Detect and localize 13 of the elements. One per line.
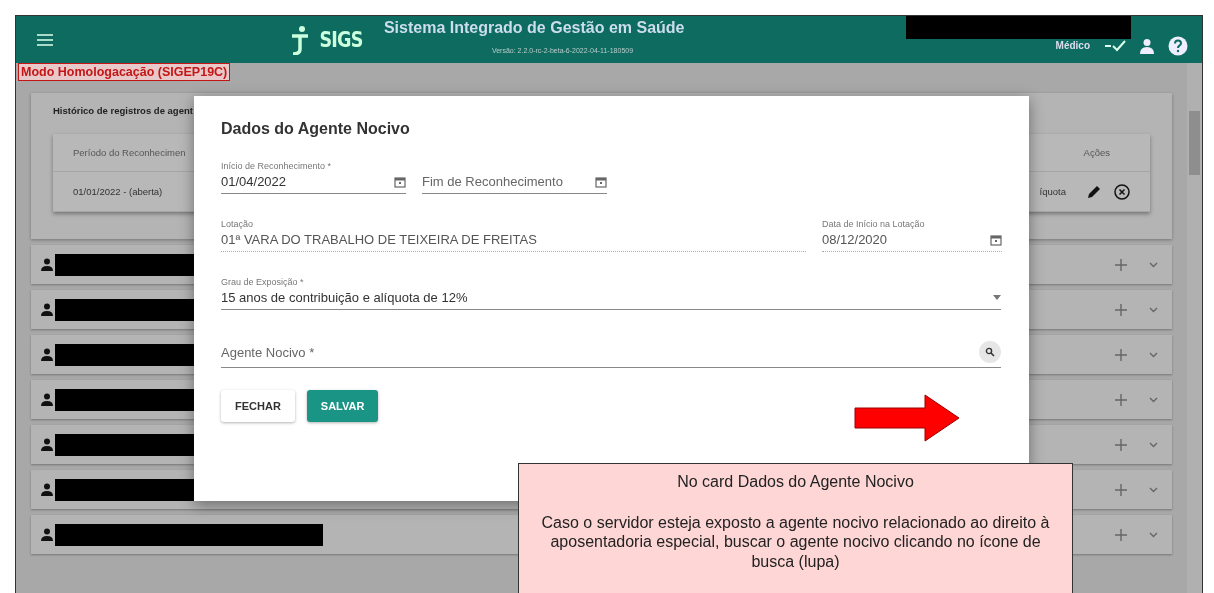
column-header: Período do Reconhecimen — [73, 147, 186, 158]
role-label: Médico — [1055, 40, 1090, 51]
table-cell: 01/01/2022 - (aberta) — [73, 186, 163, 197]
card-title: Histórico de registros de agent — [53, 105, 194, 116]
logo-text: SIGS — [319, 27, 363, 52]
table-cell: íquota — [1039, 186, 1066, 197]
mode-banner: Modo Homologacação (SIGEP19C) — [18, 63, 231, 81]
dialog-title: Dados do Agente Nocivo — [221, 120, 411, 138]
column-header: Ações — [1083, 147, 1110, 158]
date-field: Data de Início na Lotação 08/12/2020 — [822, 210, 1002, 252]
app-title: Sistema Integrado de Gestão em Saúde — [383, 19, 685, 37]
note-text: Caso o servidor esteja exposto a agente nocivo relacionado ao direito à aposentadoria especial, buscar o agente nocivo clicando no ícone de busca (lupa) — [540, 513, 1051, 571]
note-title: No card Dados do Agente Nocivo — [676, 472, 915, 492]
